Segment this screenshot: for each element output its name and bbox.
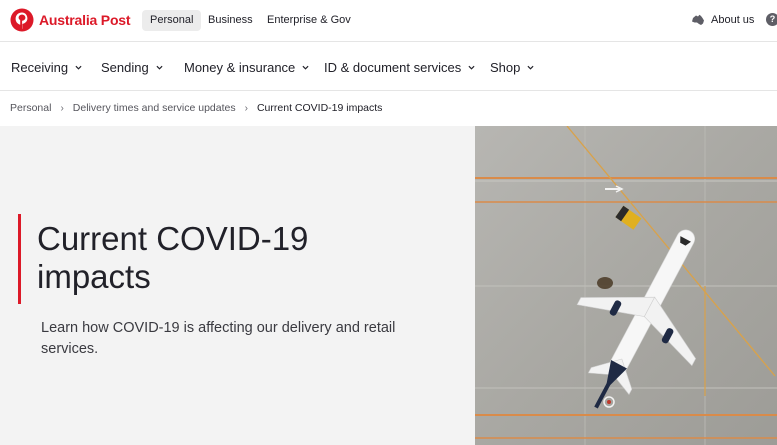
about-us-link[interactable]: About us bbox=[691, 10, 754, 30]
top-bar: Australia Post Personal Business Enterpr… bbox=[0, 0, 777, 42]
chevron-down-icon bbox=[527, 65, 534, 70]
about-us-label: About us bbox=[711, 14, 755, 26]
segment-enterprise-gov[interactable]: Enterprise & Gov bbox=[259, 10, 359, 31]
brand-name: Australia Post bbox=[39, 12, 131, 28]
breadcrumb-item-delivery-times[interactable]: Delivery times and service updates bbox=[73, 102, 236, 114]
help-icon[interactable]: ? bbox=[766, 13, 777, 26]
australia-map-icon bbox=[692, 14, 704, 25]
segment-personal[interactable]: Personal bbox=[142, 10, 202, 31]
breadcrumb: Personal › Delivery times and service up… bbox=[10, 101, 382, 115]
chevron-down-icon bbox=[468, 65, 475, 70]
hero-banner: Current COVID-19 impacts Learn how COVID… bbox=[0, 126, 777, 445]
main-nav: Receiving Sending Money & insurance ID &… bbox=[0, 42, 777, 91]
nav-label: Money & insurance bbox=[184, 59, 296, 75]
breadcrumb-separator-icon: › bbox=[60, 102, 64, 114]
chevron-down-icon bbox=[156, 65, 163, 70]
nav-receiving[interactable]: Receiving bbox=[11, 58, 82, 76]
breadcrumb-separator-icon: › bbox=[244, 102, 248, 114]
hero-accent-bar bbox=[18, 214, 21, 304]
brand-logo[interactable]: Australia Post bbox=[10, 7, 131, 33]
aircraft-tarmac-image bbox=[475, 126, 777, 445]
chevron-down-icon bbox=[75, 65, 82, 70]
nav-sending[interactable]: Sending bbox=[101, 58, 163, 76]
segment-business[interactable]: Business bbox=[200, 10, 261, 31]
hero-subtitle: Learn how COVID-19 is affecting our deli… bbox=[41, 320, 396, 357]
nav-label: Sending bbox=[101, 59, 149, 75]
hero-image bbox=[475, 126, 777, 445]
breadcrumb-current: Current COVID-19 impacts bbox=[256, 102, 383, 114]
nav-label: Shop bbox=[490, 59, 521, 75]
nav-label: ID & document services bbox=[324, 59, 462, 75]
breadcrumb-item-personal[interactable]: Personal bbox=[10, 102, 51, 114]
page-title: Current COVID-19 impacts bbox=[37, 220, 309, 295]
nav-money-insurance[interactable]: Money & insurance bbox=[184, 58, 309, 76]
australia-post-logo-icon bbox=[10, 8, 34, 32]
nav-label: Receiving bbox=[11, 59, 69, 75]
nav-id-document-services[interactable]: ID & document services bbox=[324, 58, 475, 76]
nav-shop[interactable]: Shop bbox=[490, 58, 534, 76]
chevron-down-icon bbox=[302, 65, 309, 70]
